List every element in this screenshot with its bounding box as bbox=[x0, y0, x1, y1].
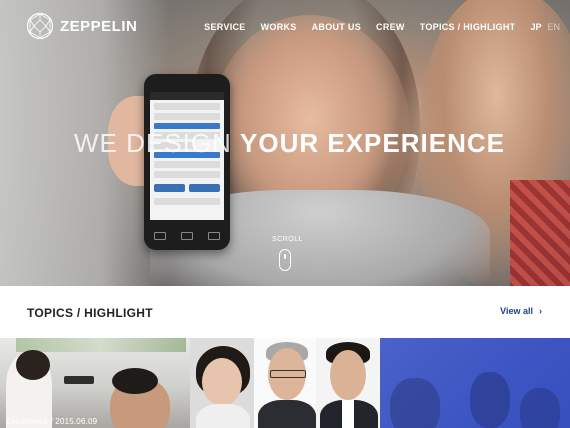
nav-item-works[interactable]: WORKS bbox=[261, 22, 297, 32]
nav-item-topics-highlight[interactable]: TOPICS / HIGHLIGHT bbox=[420, 22, 516, 32]
topic-card[interactable] bbox=[190, 338, 254, 428]
topics-header: TOPICS / HIGHLIGHT View all › bbox=[0, 286, 570, 338]
topic-card[interactable]: Experience / 2015.06.09 bbox=[0, 338, 190, 428]
mouse-icon bbox=[279, 249, 291, 271]
view-all-label: View all bbox=[500, 306, 533, 316]
section-title: TOPICS / HIGHLIGHT bbox=[27, 306, 153, 320]
topic-card[interactable] bbox=[380, 338, 570, 428]
hero-section: ZEPPELIN SERVICE WORKS ABOUT US CREW TOP… bbox=[0, 0, 570, 286]
main-nav: SERVICE WORKS ABOUT US CREW TOPICS / HIG… bbox=[204, 22, 560, 32]
view-all-link[interactable]: View all › bbox=[500, 306, 542, 316]
hero-photo-shirt bbox=[510, 180, 570, 286]
nav-item-about-us[interactable]: ABOUT US bbox=[312, 22, 361, 32]
geodesic-sphere-icon bbox=[26, 12, 54, 40]
site-logo[interactable]: ZEPPELIN bbox=[26, 12, 137, 40]
topic-caption: Experience / 2015.06.09 bbox=[6, 417, 98, 426]
topics-gallery: Experience / 2015.06.09 bbox=[0, 338, 570, 428]
logo-wordmark: ZEPPELIN bbox=[60, 17, 138, 35]
language-jp[interactable]: JP bbox=[530, 22, 541, 32]
headline-light: WE DESIGN bbox=[74, 128, 241, 158]
nav-item-service[interactable]: SERVICE bbox=[204, 22, 245, 32]
language-en[interactable]: EN bbox=[547, 22, 560, 32]
nav-item-crew[interactable]: CREW bbox=[376, 22, 405, 32]
scroll-label: SCROLL bbox=[272, 236, 304, 243]
topic-card[interactable] bbox=[254, 338, 316, 428]
scroll-indicator[interactable]: SCROLL bbox=[272, 236, 304, 271]
smartphone-image bbox=[144, 74, 230, 250]
headline-bold: YOUR EXPERIENCE bbox=[240, 128, 505, 158]
chevron-right-icon: › bbox=[539, 306, 542, 316]
topic-card[interactable] bbox=[316, 338, 380, 428]
hero-headline: WE DESIGN YOUR EXPERIENCE bbox=[74, 128, 505, 159]
